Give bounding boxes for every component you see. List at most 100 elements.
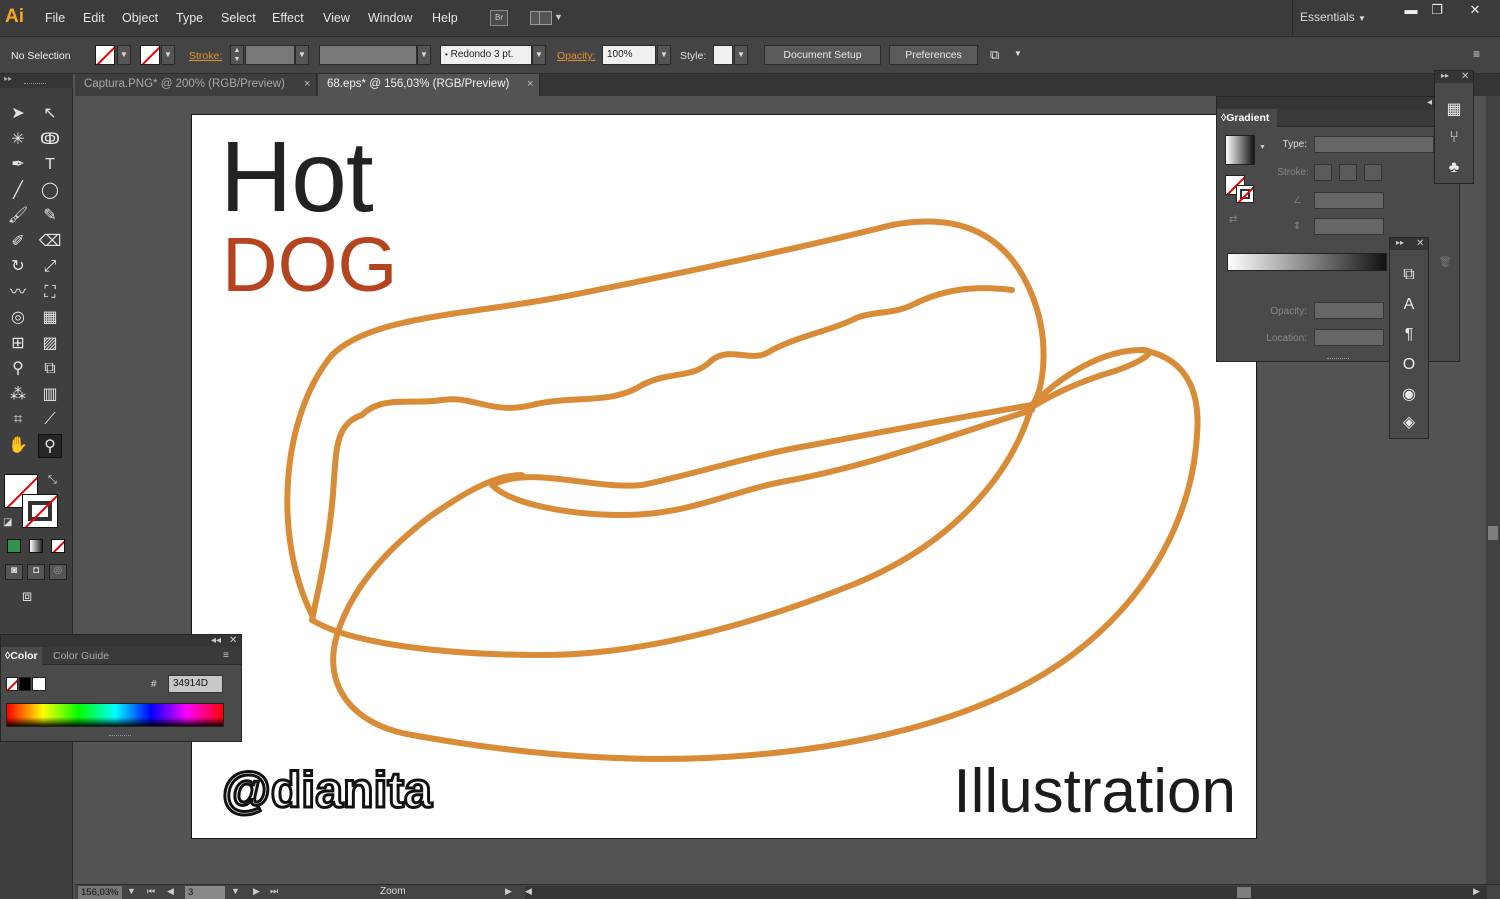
- stroke-along-button[interactable]: [1339, 164, 1357, 181]
- fill-dropdown[interactable]: ▼: [117, 45, 131, 65]
- artboard[interactable]: Hot DOG @dianita Illustration: [191, 114, 1257, 839]
- close-icon[interactable]: ✕: [1416, 238, 1424, 249]
- chevron-down-icon[interactable]: ▼: [127, 886, 136, 896]
- menu-file[interactable]: File: [45, 11, 65, 25]
- perspective-grid-tool-icon[interactable]: ▦: [38, 306, 62, 330]
- gradient-opacity-field[interactable]: [1314, 302, 1384, 319]
- brush-definition-field[interactable]: • Redondo 3 pt.: [440, 45, 532, 65]
- zoom-level-field[interactable]: 156,03%: [78, 886, 122, 899]
- eraser-tool-icon[interactable]: ⌫: [38, 230, 62, 254]
- stroke-weight-field[interactable]: [245, 45, 295, 65]
- draw-normal-icon[interactable]: ◙: [5, 564, 23, 580]
- stroke-label[interactable]: Stroke:: [189, 50, 222, 62]
- close-button[interactable]: ✕: [1462, 3, 1488, 19]
- swap-fill-stroke-icon[interactable]: ⤡: [48, 474, 57, 487]
- close-icon[interactable]: ✕: [1461, 71, 1469, 82]
- shape-builder-tool-icon[interactable]: ◎: [6, 306, 30, 330]
- variable-width-dropdown[interactable]: ▼: [417, 45, 431, 65]
- tab-captura[interactable]: Captura.PNG* @ 200% (RGB/Preview): [75, 74, 317, 96]
- character-icon[interactable]: A: [1390, 296, 1428, 314]
- magic-wand-tool-icon[interactable]: ✳: [6, 128, 30, 152]
- transform-icon[interactable]: ⧉: [1390, 266, 1428, 284]
- stroke-color-box[interactable]: [22, 494, 58, 528]
- preferences-button[interactable]: Preferences: [889, 45, 978, 65]
- layers-icon[interactable]: ◈: [1390, 412, 1428, 432]
- free-transform-tool-icon[interactable]: ⛶: [38, 281, 62, 305]
- menu-help[interactable]: Help: [432, 11, 458, 25]
- scroll-left-icon[interactable]: ◀: [525, 886, 532, 897]
- chevron-down-icon[interactable]: ▼: [1014, 49, 1022, 58]
- blend-tool-icon[interactable]: ⧉: [38, 357, 62, 381]
- workspace-switcher[interactable]: Essentials ▼: [1300, 10, 1366, 24]
- zoom-tool-icon[interactable]: ⚲: [38, 433, 62, 458]
- bridge-button[interactable]: Br: [490, 10, 508, 26]
- screen-mode-icon[interactable]: ⧈: [22, 588, 32, 606]
- paintbrush-tool-icon[interactable]: 🖌: [6, 204, 30, 228]
- chevron-down-icon[interactable]: ▼: [231, 886, 240, 896]
- gradient-slider[interactable]: [1227, 253, 1387, 271]
- stroke-within-button[interactable]: [1314, 164, 1332, 181]
- close-icon[interactable]: ✕: [229, 635, 237, 646]
- color-mode-button[interactable]: [7, 539, 21, 553]
- gradient-preview-swatch[interactable]: [1225, 135, 1255, 165]
- next-artboard-icon[interactable]: ▶: [253, 886, 260, 897]
- stroke-dropdown[interactable]: ▼: [161, 45, 175, 65]
- opentype-icon[interactable]: O: [1390, 356, 1428, 374]
- tab-68-eps[interactable]: 68.eps* @ 156,03% (RGB/Preview): [318, 74, 540, 96]
- draw-inside-icon[interactable]: ◎: [49, 564, 67, 580]
- warp-tool-icon[interactable]: 〰: [6, 281, 30, 305]
- gradient-location-field[interactable]: [1314, 329, 1384, 346]
- chevron-down-icon[interactable]: ▼: [554, 12, 563, 22]
- minimize-button[interactable]: ▬: [1398, 3, 1424, 19]
- appearance-icon[interactable]: ◉: [1390, 384, 1428, 404]
- document-setup-button[interactable]: Document Setup: [764, 45, 881, 65]
- black-swatch[interactable]: [19, 677, 31, 691]
- collapse-icon[interactable]: ◂◂: [211, 635, 221, 646]
- swatches-icon[interactable]: ▦: [1435, 99, 1473, 119]
- style-swatch[interactable]: [713, 45, 733, 65]
- panel-menu-icon[interactable]: ≡: [223, 650, 229, 661]
- direct-selection-tool-icon[interactable]: ↖: [38, 102, 62, 126]
- symbol-sprayer-tool-icon[interactable]: ⁂: [6, 383, 30, 407]
- angle-field[interactable]: [1314, 192, 1384, 209]
- collapse-icon[interactable]: ◂: [1427, 97, 1432, 108]
- artboard-number-field[interactable]: 3: [185, 886, 225, 899]
- brushes-icon[interactable]: ⑂: [1435, 129, 1473, 147]
- none-swatch[interactable]: [6, 677, 18, 691]
- rotate-tool-icon[interactable]: ↻: [6, 255, 30, 279]
- default-colors-icon[interactable]: ◪: [3, 517, 12, 528]
- menu-type[interactable]: Type: [176, 11, 203, 25]
- resize-grip-icon[interactable]: [1327, 358, 1349, 360]
- menu-select[interactable]: Select: [221, 11, 256, 25]
- expand-icon[interactable]: ▸▸: [1441, 71, 1449, 80]
- restore-button[interactable]: ❐: [1424, 3, 1450, 19]
- slice-tool-icon[interactable]: ⟋: [38, 408, 62, 432]
- pen-tool-icon[interactable]: ✒: [6, 153, 30, 177]
- scale-tool-icon[interactable]: ⤢: [38, 255, 62, 279]
- opacity-field[interactable]: 100%: [602, 45, 656, 65]
- tab-gradient[interactable]: ◊Gradient: [1217, 109, 1277, 127]
- vertical-scrollbar[interactable]: [1486, 96, 1500, 884]
- hand-tool-icon[interactable]: ✋: [6, 434, 30, 458]
- expand-icon[interactable]: ▸▸: [1396, 238, 1404, 247]
- status-menu-icon[interactable]: ▶: [505, 886, 512, 897]
- collapse-icon[interactable]: ▸▸: [4, 74, 12, 83]
- symbols-icon[interactable]: ♣: [1435, 159, 1473, 177]
- style-dropdown[interactable]: ▼: [734, 45, 748, 65]
- opacity-label[interactable]: Opacity:: [557, 50, 596, 62]
- panel-menu-icon[interactable]: ≡: [1473, 47, 1480, 61]
- arrange-documents-button[interactable]: [530, 11, 552, 25]
- reverse-gradient-icon[interactable]: ⇄: [1229, 214, 1237, 225]
- pencil-tool-icon[interactable]: ✎: [38, 204, 62, 228]
- artboard-tool-icon[interactable]: ⌗: [6, 408, 30, 432]
- menu-edit[interactable]: Edit: [83, 11, 105, 25]
- line-tool-icon[interactable]: ╱: [6, 179, 30, 203]
- stroke-across-button[interactable]: [1364, 164, 1382, 181]
- gradient-mode-button[interactable]: [29, 539, 43, 553]
- hex-color-field[interactable]: 34914D: [168, 675, 223, 693]
- stroke-weight-dropdown[interactable]: ▼: [295, 45, 309, 65]
- first-artboard-icon[interactable]: ⏮: [147, 886, 155, 897]
- lasso-tool-icon[interactable]: ↂ: [38, 128, 62, 152]
- opacity-dropdown[interactable]: ▼: [657, 45, 671, 65]
- arrange-icon[interactable]: ⧉: [990, 47, 999, 63]
